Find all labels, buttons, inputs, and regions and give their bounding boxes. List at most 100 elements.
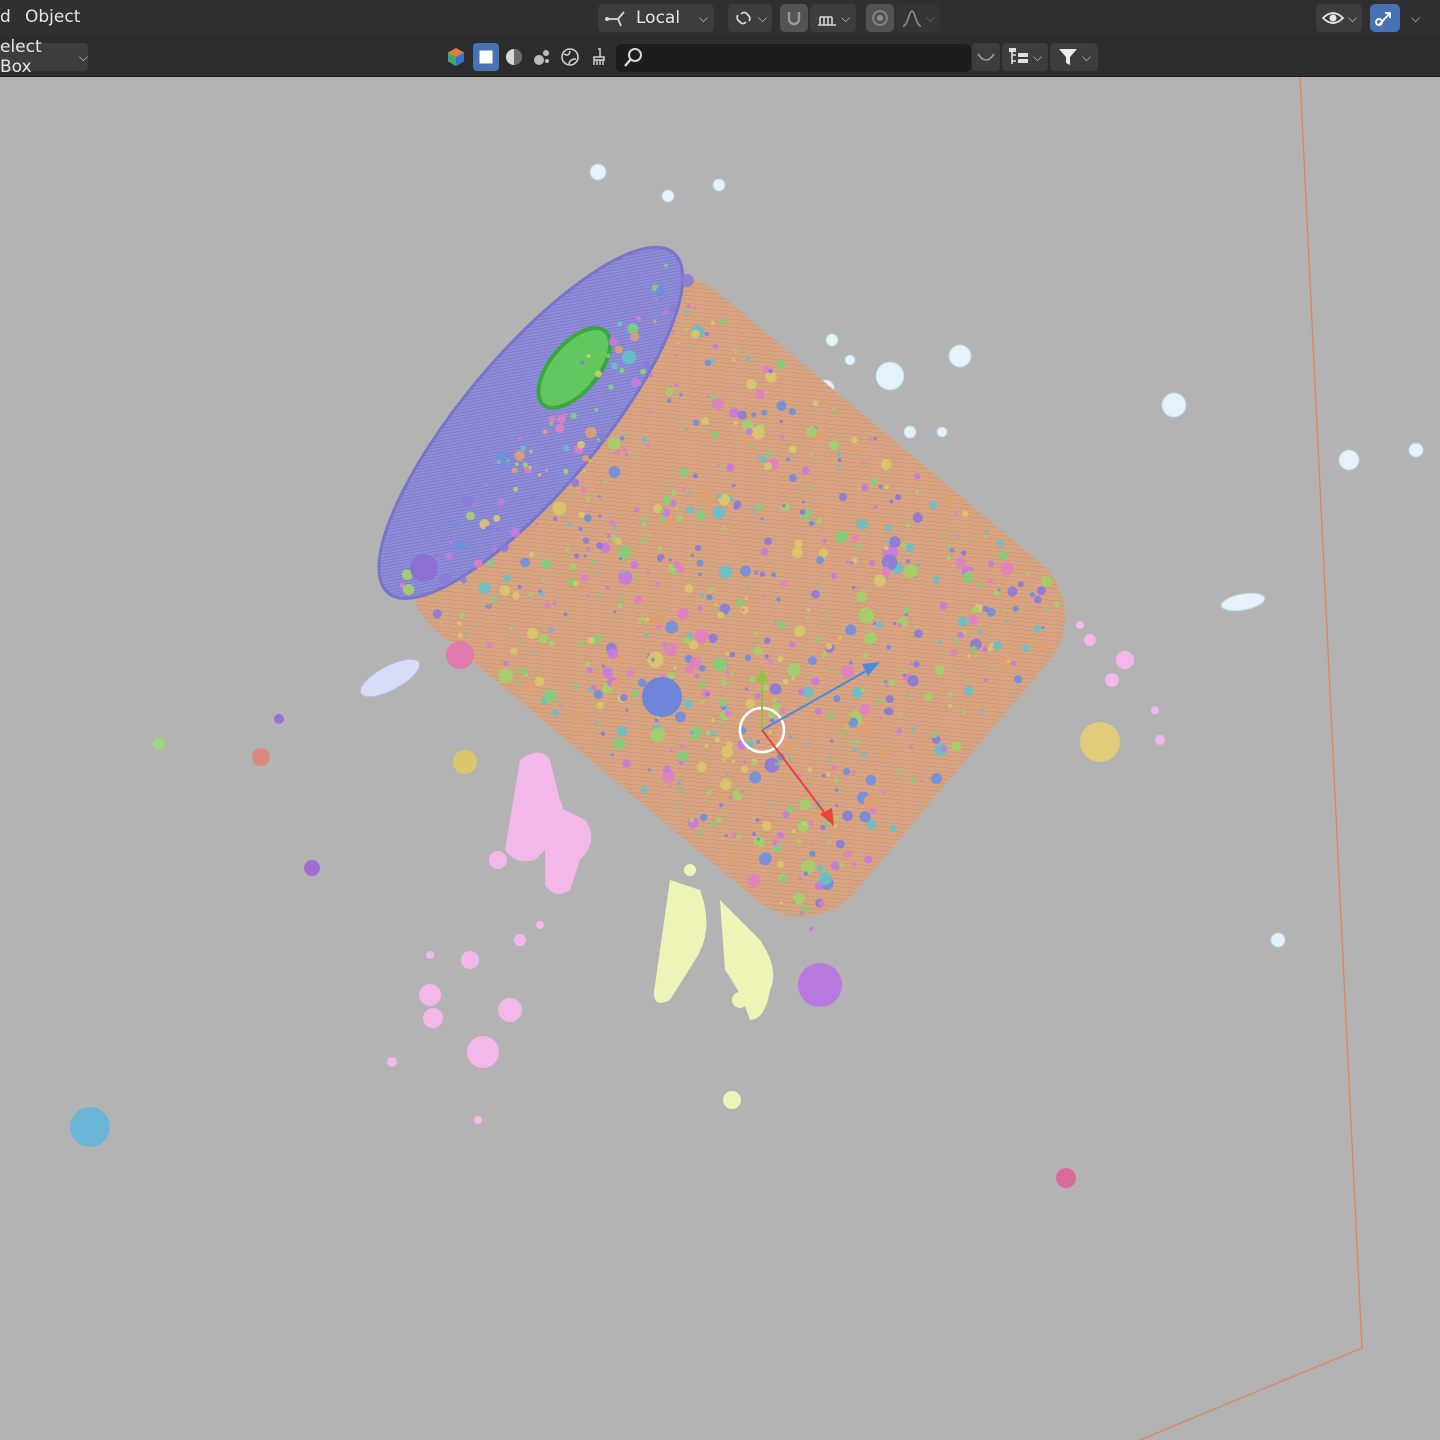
particle-dot (707, 394, 711, 399)
menu-item-object[interactable]: Object (25, 7, 80, 27)
particle-dot (478, 582, 491, 595)
particle-dot (677, 608, 689, 620)
particle-dot (674, 506, 679, 510)
pivot-point-dropdown[interactable]: ⌵ (728, 4, 772, 32)
particle-dot (677, 750, 689, 762)
particle-dot (532, 527, 536, 531)
particle-dot (822, 538, 827, 544)
object-type-all-toggle[interactable] (442, 43, 470, 71)
material-filter-toggle[interactable] (501, 43, 527, 71)
visibility-dropdown[interactable]: ⌵ (1316, 4, 1362, 32)
particle-dot (670, 490, 678, 497)
falloff-dropdown[interactable]: ⌵ (896, 4, 940, 32)
particle-dot (528, 551, 535, 558)
particle-dot (712, 505, 726, 520)
world-filter-toggle[interactable] (557, 43, 583, 71)
particle-dot (645, 443, 651, 448)
particle-dot (689, 640, 699, 650)
particle-dot (897, 712, 901, 717)
particle-dot (622, 759, 631, 768)
particle-dot (856, 544, 862, 550)
particle-dot (825, 642, 833, 650)
particle-dot (708, 633, 718, 644)
particle-dot (878, 825, 884, 831)
particle-dot (763, 637, 771, 644)
particle-dot (531, 651, 535, 655)
particle-dot (698, 572, 703, 577)
particle-dot (731, 358, 736, 362)
particle-dot (797, 876, 803, 881)
particle-dot (585, 426, 597, 439)
particle-dot (954, 511, 959, 515)
particle-dot (538, 473, 542, 477)
particle-dot (850, 740, 856, 746)
particle-dot (947, 691, 953, 697)
particle-dot (587, 687, 593, 693)
particle-dot (727, 611, 732, 616)
particle-dot (934, 665, 945, 676)
particle-dot (667, 398, 672, 404)
particle-dot (755, 496, 760, 501)
particle-dot (514, 450, 525, 461)
particle-dot (690, 553, 695, 558)
menu-item-edit-partial[interactable]: d (0, 7, 11, 27)
particle-dot (818, 900, 826, 908)
particle-dot (620, 694, 628, 702)
particle-dot (1041, 626, 1045, 630)
snap-target-dropdown[interactable]: ⌵ (810, 4, 856, 32)
particle-dot (842, 810, 853, 822)
particle-dot (608, 466, 621, 478)
brush-filter-toggle[interactable] (586, 43, 612, 71)
select-box-dropdown[interactable]: elect Box ⌵ (0, 37, 88, 77)
particle-dot (640, 786, 648, 794)
particle-dot (856, 591, 868, 603)
light-filter-toggle[interactable] (529, 43, 555, 71)
proportional-edit-toggle[interactable] (866, 4, 894, 32)
particle-dot (684, 328, 689, 332)
particle-dot (619, 436, 625, 441)
particle-dot (878, 747, 889, 758)
particle-dot (779, 901, 783, 905)
particle-dot (905, 523, 910, 528)
transform-orientation-dropdown[interactable]: Local ⌵ (598, 4, 714, 32)
particle-dot (646, 571, 650, 575)
particle-dot (757, 454, 761, 458)
gizmo-toggle[interactable] (1370, 4, 1400, 32)
particle-dot (769, 683, 782, 695)
particle-dot (897, 622, 903, 628)
particle-dot (909, 745, 913, 749)
particle-dot (885, 524, 892, 532)
particle-dot (677, 338, 681, 343)
particle-dot (782, 811, 790, 819)
particle-dot (613, 737, 626, 750)
particle-dot (946, 545, 950, 550)
particle-dot (516, 674, 521, 679)
particle-dot (724, 710, 733, 718)
snap-toggle[interactable] (780, 4, 808, 32)
particle-dot (597, 495, 601, 499)
curve-options-button[interactable] (972, 43, 1000, 71)
gizmo-options-dropdown[interactable]: ⌵ (1402, 4, 1426, 32)
gizmo-icon (1375, 12, 1391, 26)
particle-dot (451, 521, 459, 529)
particle-dot (595, 573, 599, 577)
hierarchy-dropdown[interactable]: ⌵ (1002, 43, 1048, 71)
particle-dot (809, 850, 816, 857)
particle-dot (957, 535, 961, 539)
particle-dot (718, 720, 722, 724)
particle-dot (586, 496, 591, 502)
particle-dot (834, 829, 842, 837)
particle-dot (764, 537, 772, 546)
particle-dot (870, 478, 878, 485)
search-input[interactable] (616, 44, 971, 72)
3d-viewport[interactable] (0, 77, 1440, 1440)
mesh-filter-toggle[interactable] (473, 43, 499, 71)
particle-dot (684, 427, 688, 431)
particle-dot (755, 818, 760, 823)
particle-dot (955, 557, 967, 569)
particle-dot (869, 560, 875, 566)
filter-dropdown[interactable]: ⌵ (1050, 43, 1098, 71)
particle-dot (1038, 642, 1047, 652)
particle-dot (842, 767, 851, 776)
particle-dot (753, 646, 763, 656)
